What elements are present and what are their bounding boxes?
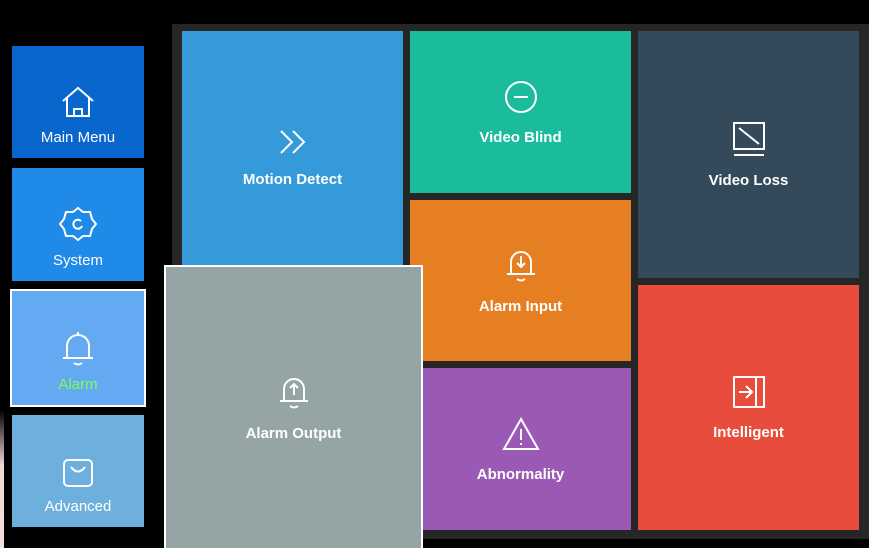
- sidebar-item-system[interactable]: System: [12, 168, 144, 281]
- background-edge: [0, 410, 4, 548]
- circle-minus-icon: [504, 80, 537, 113]
- bell-arrow-down-icon: [506, 251, 535, 282]
- tile-video-blind[interactable]: Video Blind: [410, 31, 631, 193]
- sidebar-item-label: Main Menu: [40, 129, 116, 146]
- sidebar-item-alarm[interactable]: Alarm: [10, 289, 146, 407]
- tile-alarm-input[interactable]: Alarm Input: [410, 200, 631, 361]
- tile-label: Alarm Output: [245, 425, 342, 442]
- sidebar-item-label: Advanced: [44, 498, 112, 515]
- sidebar-item-label: Alarm: [58, 376, 98, 393]
- screen-slash-icon: [732, 122, 765, 156]
- sidebar-item-main-menu[interactable]: Main Menu: [12, 46, 144, 158]
- tile-video-loss[interactable]: Video Loss: [638, 31, 859, 278]
- tile-intelligent[interactable]: Intelligent: [638, 285, 859, 530]
- tile-motion-detect[interactable]: Motion Detect: [182, 31, 403, 283]
- sidebar-item-advanced[interactable]: Advanced: [12, 415, 144, 527]
- tile-label: Intelligent: [713, 424, 784, 441]
- double-chevron-right-icon: [279, 129, 305, 154]
- tile-label: Abnormality: [476, 465, 565, 483]
- sidebar-item-label: System: [52, 252, 103, 269]
- home-icon: [62, 86, 94, 117]
- tile-label: Video Loss: [708, 172, 789, 189]
- warning-triangle-icon: [501, 416, 540, 450]
- tile-label: Motion Detect: [242, 170, 343, 188]
- tile-label: Alarm Input: [478, 298, 563, 315]
- tile-label: Video Blind: [479, 128, 562, 146]
- bell-arrow-up-icon: [279, 378, 308, 409]
- tile-abnormality[interactable]: Abnormality: [410, 368, 631, 530]
- bell-icon: [63, 332, 93, 366]
- tile-alarm-output[interactable]: Alarm Output: [164, 265, 423, 548]
- bag-icon: [63, 459, 93, 487]
- enter-box-icon: [732, 376, 765, 408]
- gear-icon: [58, 206, 98, 242]
